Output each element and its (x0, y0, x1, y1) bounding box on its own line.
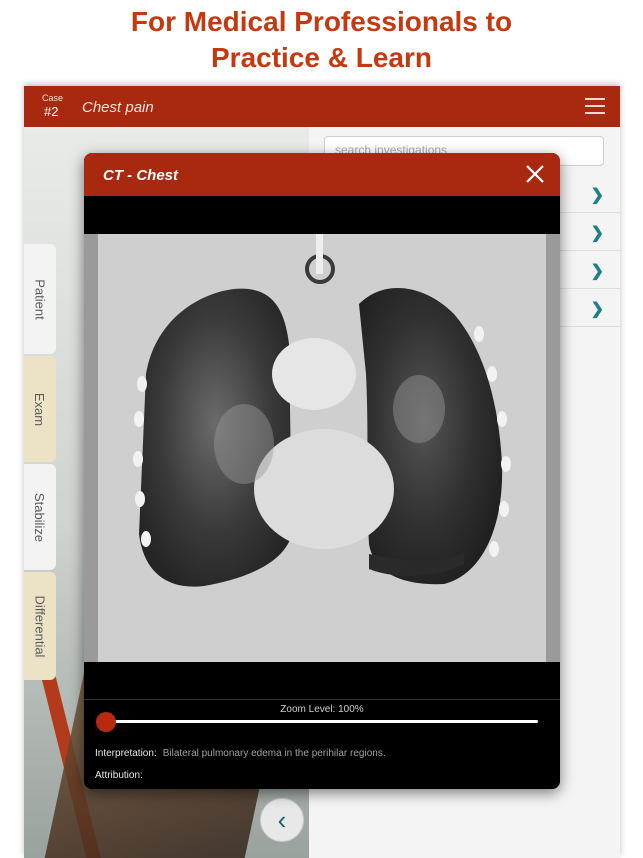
tab-differential[interactable]: Differential (24, 572, 56, 680)
case-label: Case (42, 93, 64, 103)
tab-stabilize-label: Stabilize (32, 492, 48, 542)
chevron-right-icon: ❯ (590, 301, 604, 318)
back-button[interactable]: ‹ (260, 798, 304, 842)
modal-header: CT - Chest (84, 153, 560, 196)
tab-patient[interactable]: Patient (24, 244, 56, 354)
tab-differential-label: Differential (32, 595, 48, 657)
zoom-slider-thumb[interactable] (96, 712, 116, 732)
app-top-bar: Case #2 Chest pain (24, 86, 620, 127)
chevron-right-icon: ❯ (590, 225, 604, 242)
tab-exam-label: Exam (32, 392, 48, 426)
tab-patient-label: Patient (32, 278, 48, 320)
chevron-right-icon: ❯ (590, 263, 604, 280)
zoom-level-label: Zoom Level: 100% (280, 704, 364, 715)
interpretation-label: Interpretation: (95, 748, 157, 759)
ct-image-modal: CT - Chest Zoom Level: 100% Interpretati… (84, 153, 560, 789)
close-icon[interactable] (524, 163, 546, 185)
marketing-headline: For Medical Professionals to Practice & … (0, 4, 643, 76)
attribution-row: Attribution: (95, 770, 143, 781)
interpretation-row: Interpretation: Bilateral pulmonary edema… (95, 748, 386, 759)
side-tab-strip: Patient Exam Stabilize Differential (24, 244, 56, 680)
chevron-right-icon: ❯ (590, 187, 604, 204)
interpretation-value: Bilateral pulmonary edema in the perihil… (162, 748, 386, 759)
modal-title: CT - Chest (103, 167, 178, 184)
tab-stabilize[interactable]: Stabilize (24, 464, 56, 570)
zoom-slider-track[interactable] (106, 720, 538, 723)
tab-exam[interactable]: Exam (24, 356, 56, 462)
headline-line-1: For Medical Professionals to (130, 6, 513, 37)
case-title: Chest pain (82, 99, 154, 116)
chevron-left-icon: ‹ (277, 804, 287, 835)
headline-line-2: Practice & Learn (211, 42, 432, 73)
case-number: #2 (44, 104, 59, 119)
hamburger-menu-icon[interactable] (585, 98, 605, 114)
ct-scan-drawing (84, 234, 560, 662)
modal-footer: Zoom Level: 100% Interpretation: Bilatera… (84, 699, 560, 789)
ct-scan-image[interactable] (84, 234, 560, 662)
attribution-label: Attribution: (95, 770, 143, 781)
